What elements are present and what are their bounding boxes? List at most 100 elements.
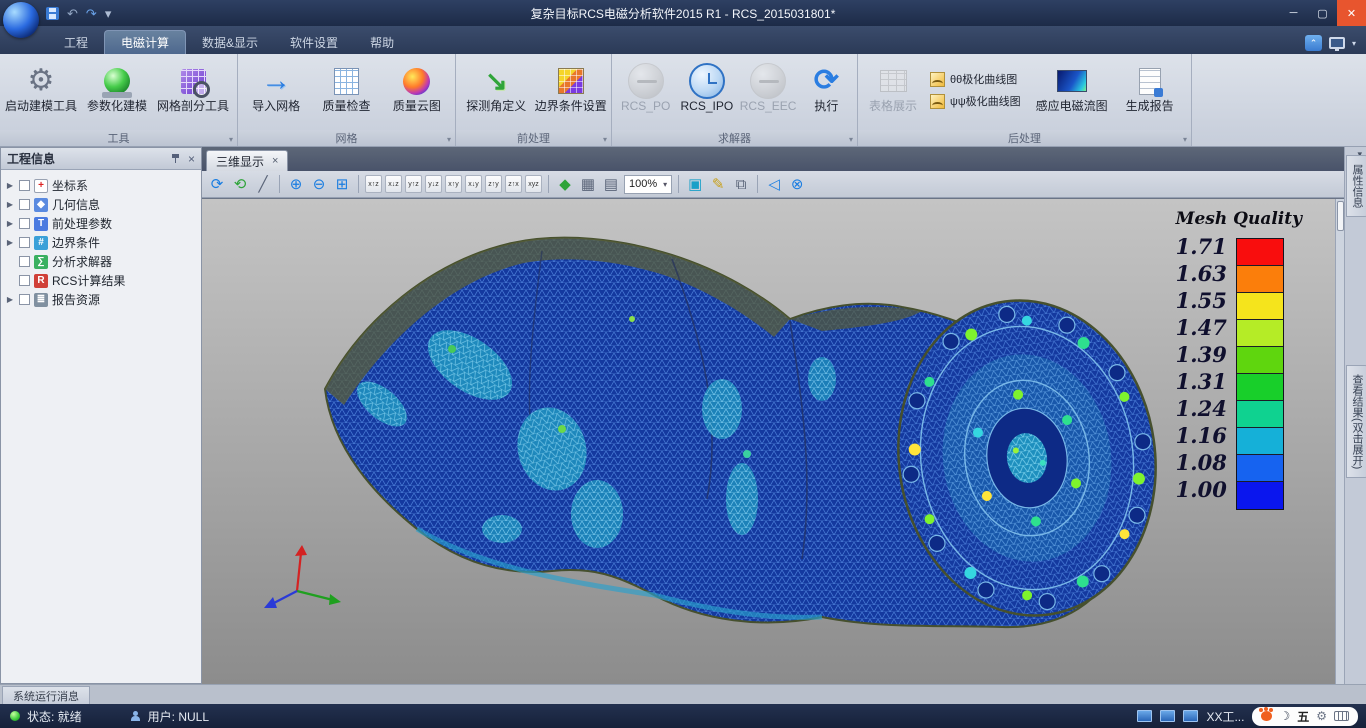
- tab-em-computation[interactable]: 电磁计算: [104, 30, 186, 54]
- rcs-ipo-button[interactable]: RCS_IPO: [677, 58, 736, 130]
- group-dropdown-icon[interactable]: ▾: [1183, 135, 1187, 144]
- view-iso2-icon[interactable]: z↑x: [505, 175, 522, 193]
- tree-checkbox[interactable]: [19, 218, 30, 229]
- view-right-icon[interactable]: y↓z: [425, 175, 442, 193]
- group-dropdown-icon[interactable]: ▾: [849, 135, 853, 144]
- tab-help[interactable]: 帮助: [354, 30, 410, 54]
- taskbar-window-icon[interactable]: [1160, 710, 1175, 722]
- tab-close-icon[interactable]: ×: [272, 155, 278, 167]
- minimize-button[interactable]: ─: [1279, 0, 1308, 26]
- launch-modeling-tool-button[interactable]: ⚙ 启动建模工具: [4, 58, 78, 130]
- mesh-partition-tool-button[interactable]: 网格剖分工具: [156, 58, 230, 130]
- zoom-window-icon[interactable]: ⊞: [332, 174, 352, 194]
- group-dropdown-icon[interactable]: ▾: [447, 135, 451, 144]
- panel-close-icon[interactable]: ×: [188, 152, 195, 166]
- fit-view-icon[interactable]: ▣: [685, 174, 705, 194]
- parametric-modeling-button[interactable]: 参数化建模: [80, 58, 154, 130]
- tree-checkbox[interactable]: [19, 237, 30, 248]
- qat-dropdown-icon[interactable]: ▾: [105, 7, 112, 20]
- tab-settings[interactable]: 软件设置: [274, 30, 354, 54]
- tree-checkbox[interactable]: [19, 275, 30, 286]
- view-iso1-icon[interactable]: z↑y: [485, 175, 502, 193]
- boundary-condition-button[interactable]: 边界条件设置: [535, 58, 608, 130]
- tab-project[interactable]: 工程: [48, 30, 104, 54]
- 3d-viewport[interactable]: Mesh Quality 1.71 1.63 1.55 1.47 1.39 1.…: [202, 198, 1344, 684]
- zoom-in-icon[interactable]: ⊕: [286, 174, 306, 194]
- tab-data-display[interactable]: 数据&显示: [186, 30, 274, 54]
- ribbon-group-mesh: → 导入网格 质量检查 质量云图 网格▾: [238, 54, 456, 146]
- rcs-po-button[interactable]: RCS_PO: [616, 58, 675, 130]
- zoom-level-dropdown[interactable]: 100% ▾: [624, 175, 672, 194]
- pin-icon[interactable]: [171, 154, 180, 163]
- redo-icon[interactable]: ↷: [86, 7, 97, 20]
- app-logo-icon[interactable]: [3, 2, 39, 38]
- ime-toolbar[interactable]: ☽ 五 ⚙: [1252, 707, 1358, 726]
- import-mesh-button[interactable]: → 导入网格: [242, 58, 310, 130]
- tree-item-boundary-condition[interactable]: ▶ # 边界条件: [5, 233, 201, 252]
- quality-check-button[interactable]: 质量检查: [312, 58, 380, 130]
- mesh-display-icon[interactable]: ▤: [601, 174, 621, 194]
- export-view-icon[interactable]: ◁: [764, 174, 784, 194]
- generate-report-button[interactable]: 生成报告: [1119, 58, 1181, 130]
- tree-item-coordinate-system[interactable]: ▶ + 坐标系: [5, 176, 201, 195]
- viewport-scrollbar[interactable]: [1335, 199, 1344, 684]
- tree-item-rcs-results[interactable]: R RCS计算结果: [5, 271, 201, 290]
- tab-property-info[interactable]: 属性信息: [1346, 155, 1366, 217]
- tree-item-preprocess-params[interactable]: ▶ T 前处理参数: [5, 214, 201, 233]
- tree-checkbox[interactable]: [19, 256, 30, 267]
- orbit-icon[interactable]: ⟳: [207, 174, 227, 194]
- view-top-icon[interactable]: x↑y: [445, 175, 462, 193]
- paw-icon[interactable]: [1261, 711, 1272, 721]
- view-iso3-icon[interactable]: xyz: [525, 175, 542, 193]
- annotate-icon[interactable]: ✎: [708, 174, 728, 194]
- ime-day-label[interactable]: 五: [1297, 708, 1309, 725]
- expander-icon[interactable]: ▶: [5, 200, 15, 209]
- tree-item-geometry-info[interactable]: ▶ ◆ 几何信息: [5, 195, 201, 214]
- expander-icon[interactable]: ▶: [5, 219, 15, 228]
- psi-polar-curve-button[interactable]: ψψ极化曲线图: [926, 90, 1025, 112]
- group-dropdown-icon[interactable]: ▾: [229, 135, 233, 144]
- undo-icon[interactable]: ↶: [67, 7, 78, 20]
- tree-item-report-resources[interactable]: ▶ ≣ 报告资源: [5, 290, 201, 309]
- close-button[interactable]: ✕: [1337, 0, 1366, 26]
- tree-checkbox[interactable]: [19, 199, 30, 210]
- measure-icon[interactable]: ╱: [253, 174, 273, 194]
- refresh-view-icon[interactable]: ⟲: [230, 174, 250, 194]
- induced-current-map-button[interactable]: 感应电磁流图: [1027, 58, 1117, 130]
- table-display-button[interactable]: 表格展示: [862, 58, 924, 130]
- expander-icon[interactable]: ▶: [5, 295, 15, 304]
- maximize-button[interactable]: ▢: [1308, 0, 1337, 26]
- gear-icon[interactable]: ⚙: [1316, 709, 1327, 723]
- expander-icon[interactable]: ▶: [5, 181, 15, 190]
- keyboard-icon[interactable]: [1334, 711, 1349, 721]
- shaded-mode-icon[interactable]: ◆: [555, 174, 575, 194]
- rcs-eec-button[interactable]: RCS_EEC: [738, 58, 797, 130]
- execute-button[interactable]: ⟳ 执行: [800, 58, 853, 130]
- view-left-icon[interactable]: y↑z: [405, 175, 422, 193]
- group-dropdown-icon[interactable]: ▾: [603, 135, 607, 144]
- view-front-icon[interactable]: x↑z: [365, 175, 382, 193]
- moon-icon[interactable]: ☽: [1279, 709, 1290, 723]
- copy-view-icon[interactable]: ⧉: [731, 174, 751, 194]
- theta-polar-curve-button[interactable]: θθ极化曲线图: [926, 68, 1025, 90]
- zoom-out-icon[interactable]: ⊖: [309, 174, 329, 194]
- view-back-icon[interactable]: x↓z: [385, 175, 402, 193]
- tab-view-results[interactable]: 查看结果(双击展开): [1346, 365, 1366, 478]
- display-icon[interactable]: [1329, 37, 1345, 49]
- view-bottom-icon[interactable]: x↓y: [465, 175, 482, 193]
- ribbon-collapse-icon[interactable]: ⌃: [1305, 35, 1322, 51]
- system-message-tab[interactable]: 系统运行消息: [2, 686, 90, 705]
- taskbar-window-icon[interactable]: [1183, 710, 1198, 722]
- taskbar-window-icon[interactable]: [1137, 710, 1152, 722]
- quality-contour-button[interactable]: 质量云图: [383, 58, 451, 130]
- tree-checkbox[interactable]: [19, 294, 30, 305]
- save-icon[interactable]: [46, 7, 59, 20]
- expander-icon[interactable]: ▶: [5, 238, 15, 247]
- detection-angle-button[interactable]: ↘ 探测角定义: [460, 58, 533, 130]
- tree-checkbox[interactable]: [19, 180, 30, 191]
- tab-3d-display[interactable]: 三维显示 ×: [206, 150, 288, 171]
- clear-view-icon[interactable]: ⊗: [787, 174, 807, 194]
- wireframe-grid-icon[interactable]: ▦: [578, 174, 598, 194]
- help-dropdown-icon[interactable]: ▾: [1352, 39, 1356, 48]
- tree-item-analysis-solver[interactable]: ∑ 分析求解器: [5, 252, 201, 271]
